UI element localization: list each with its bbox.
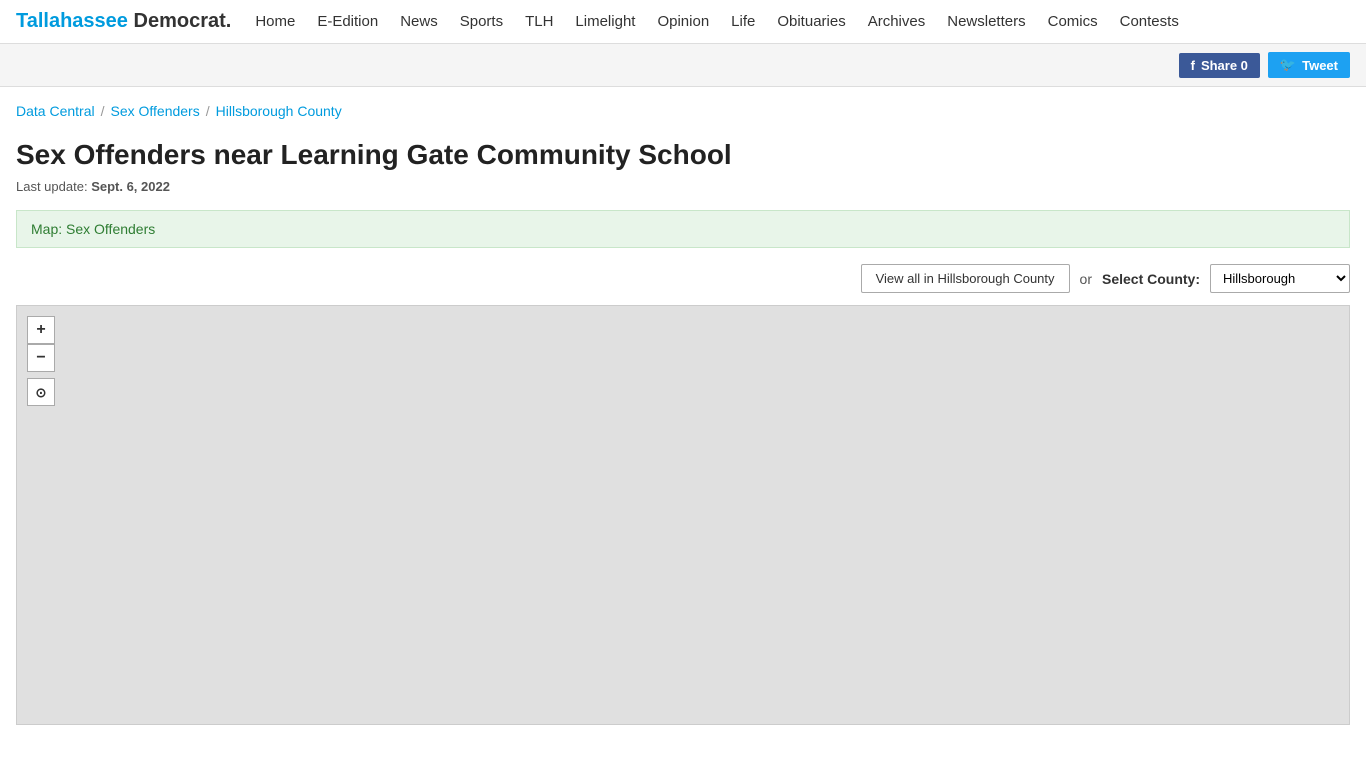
logo-democrat: Democrat.	[134, 10, 232, 32]
nav-item-e-edition[interactable]: E-Edition	[317, 13, 378, 30]
map-container: + − ⊙	[16, 305, 1350, 725]
nav-item-life[interactable]: Life	[731, 13, 755, 30]
breadcrumb-link-hillsborough-county[interactable]: Hillsborough County	[216, 103, 342, 119]
nav-item-archives[interactable]: Archives	[868, 13, 926, 30]
breadcrumb: Data Central / Sex Offenders / Hillsborough …	[16, 103, 1350, 119]
zoom-out-button[interactable]: −	[27, 344, 55, 372]
map-section-header: Map: Sex Offenders	[16, 210, 1350, 248]
facebook-share-label: Share 0	[1201, 58, 1248, 73]
map-placeholder	[17, 306, 1349, 724]
main-nav: Home E-Edition News Sports TLH Limelight Opini…	[255, 13, 1350, 30]
main-content: Data Central / Sex Offenders / Hillsborough …	[0, 87, 1366, 725]
zoom-in-button[interactable]: +	[27, 316, 55, 344]
county-select[interactable]: HillsboroughAlachuaBakerBayBradfordBreva…	[1210, 264, 1350, 293]
nav-item-contests[interactable]: Contests	[1120, 13, 1179, 30]
last-update-label: Last update:	[16, 179, 88, 194]
view-all-button[interactable]: View all in Hillsborough County	[861, 264, 1070, 293]
breadcrumb-link-sex-offenders[interactable]: Sex Offenders	[110, 103, 199, 119]
breadcrumb-separator: /	[101, 103, 105, 119]
twitter-tweet-label: Tweet	[1302, 58, 1338, 73]
nav-item-opinion[interactable]: Opinion	[657, 13, 709, 30]
breadcrumb-separator: /	[206, 103, 210, 119]
facebook-icon: f	[1191, 58, 1195, 73]
breadcrumb-link-data-central[interactable]: Data Central	[16, 103, 95, 119]
map-controls: View all in Hillsborough County or Selec…	[16, 264, 1350, 293]
nav-item-news[interactable]: News	[400, 13, 438, 30]
logo-tallahassee: Tallahassee	[16, 10, 128, 32]
facebook-share-button[interactable]: f Share 0	[1179, 53, 1260, 78]
nav-item-home[interactable]: Home	[255, 13, 295, 30]
last-update-date: Sept. 6, 2022	[91, 179, 170, 194]
nav-item-tlh[interactable]: TLH	[525, 13, 553, 30]
twitter-tweet-button[interactable]: 🐦 Tweet	[1268, 52, 1350, 78]
or-separator: or	[1080, 271, 1092, 287]
map-section-label: Map: Sex Offenders	[31, 221, 155, 237]
nav-item-sports[interactable]: Sports	[460, 13, 503, 30]
page-title: Sex Offenders near Learning Gate Communi…	[16, 139, 1350, 171]
nav-item-limelight[interactable]: Limelight	[575, 13, 635, 30]
last-update: Last update: Sept. 6, 2022	[16, 179, 1350, 194]
zoom-controls: + − ⊙	[27, 316, 55, 406]
site-header: Tallahassee Democrat. Home E-Edition News S…	[0, 0, 1366, 44]
twitter-icon: 🐦	[1280, 57, 1296, 73]
nav-item-obituaries[interactable]: Obituaries	[777, 13, 845, 30]
social-bar: f Share 0 🐦 Tweet	[0, 44, 1366, 87]
site-logo[interactable]: Tallahassee Democrat.	[16, 10, 231, 33]
select-county-label: Select County:	[1102, 271, 1200, 287]
zoom-reset-button[interactable]: ⊙	[27, 378, 55, 406]
nav-item-comics[interactable]: Comics	[1048, 13, 1098, 30]
nav-item-newsletters[interactable]: Newsletters	[947, 13, 1025, 30]
